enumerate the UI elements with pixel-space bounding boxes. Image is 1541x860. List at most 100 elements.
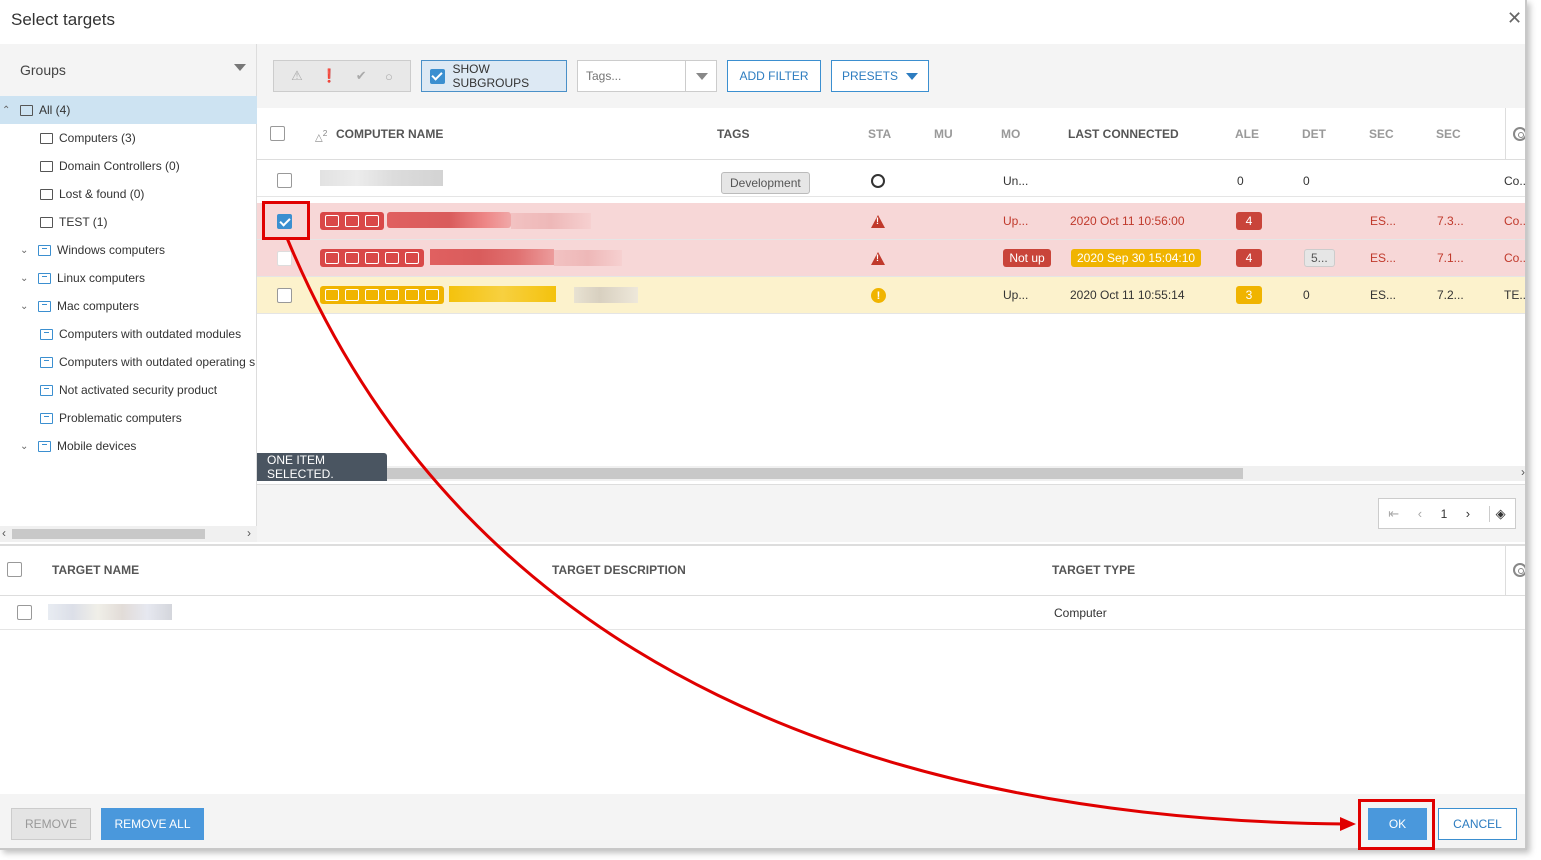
tree-item[interactable]: TEST (1) [0,208,257,236]
tags-dropdown-button[interactable] [685,60,717,92]
cancel-button[interactable]: CANCEL [1438,808,1517,840]
unknown-filter-icon[interactable]: ○ [385,69,393,84]
alert-filter-icon[interactable]: ❗ [321,68,337,84]
warning-filter-icon[interactable]: ⚠ [291,68,303,84]
scroll-right-icon[interactable]: › [1521,465,1525,479]
gear-icon[interactable] [1513,563,1525,577]
dynamic-group-icon [40,412,53,424]
sort-ascending-icon[interactable]: △2 [315,128,327,143]
scroll-left-icon[interactable]: ‹ [2,526,6,540]
module-status: Un... [1003,174,1029,188]
info-icon: ! [871,288,886,303]
column-computer-name[interactable]: COMPUTER NAME [336,127,443,141]
table-row[interactable]: ! Up... 2020 Oct 11 10:55:14 3 0 ES... 7… [257,277,1525,314]
close-icon[interactable]: ✕ [1507,9,1522,27]
column-tags[interactable]: TAGS [717,127,749,141]
scrollbar-thumb[interactable] [387,468,1243,479]
checkbox-checked-icon[interactable] [430,68,445,84]
column-detections[interactable]: DET [1302,127,1326,141]
tree-item[interactable]: ⌄ Linux computers [0,264,257,292]
groups-header[interactable]: Groups [0,44,256,96]
tree-item[interactable]: Problematic computers [0,404,257,432]
column-status[interactable]: STA [868,127,891,141]
scrollbar-thumb[interactable] [12,529,205,539]
gear-box-icon [345,252,359,264]
tree-item[interactable]: ⌄ Mac computers [0,292,257,320]
page-number[interactable]: 1 [1441,507,1448,521]
chevron-down-icon[interactable] [234,64,246,71]
groups-header-label: Groups [20,62,66,78]
folder-icon [20,104,33,116]
add-filter-button[interactable]: ADD FILTER [727,60,821,92]
groups-panel: Groups ⌃ All (4) Computers (3) Domain Contr… [0,44,257,542]
first-page-icon[interactable]: ⇤ [1388,506,1399,522]
warning-icon [871,252,885,265]
row-checkbox[interactable] [277,288,292,303]
presets-button[interactable]: PRESETS [831,60,929,92]
tree-item[interactable]: Computers with outdated modules [0,320,257,348]
table-row[interactable]: Up... 2020 Oct 11 10:56:00 4 ES... 7.3..… [257,203,1527,240]
show-subgroups-toggle[interactable]: SHOW SUBGROUPS [421,60,567,92]
alerts-badge: 4 [1236,212,1262,230]
column-modules[interactable]: MO [1001,127,1020,141]
truncated-cell: Co... [1504,174,1527,188]
server-icon [325,289,339,301]
table-row[interactable]: Not up 2020 Sep 30 15:04:10 4 5... ES...… [257,240,1527,277]
chevron-down-icon[interactable]: ⌄ [20,245,32,256]
remove-all-button[interactable]: REMOVE ALL [101,808,204,840]
tree-item[interactable]: ⌄ Mobile devices [0,432,257,460]
chevron-up-icon[interactable]: ⌃ [2,105,14,116]
chevron-down-icon[interactable]: ⌄ [20,301,32,312]
toolbar: ⚠ ❗ ✔ ○ SHOW SUBGROUPS ADD FILTER PRESET… [257,44,1525,108]
network-icon [385,289,399,301]
redacted-computer-name [387,212,511,228]
column-muted[interactable]: MU [934,127,953,141]
dynamic-group-icon [38,244,51,256]
target-row-checkbox[interactable] [17,605,32,620]
table-row[interactable]: Development Un... 0 0 Co... [257,160,1527,197]
select-all-checkbox[interactable] [270,126,285,141]
alerts-count: 0 [1237,174,1244,188]
select-all-targets-checkbox[interactable] [7,562,22,577]
chevron-down-icon[interactable]: ⌄ [20,273,32,284]
tree-item[interactable]: ⌃ All (4) [0,96,257,124]
next-page-icon[interactable]: › [1466,506,1470,521]
status-filter[interactable]: ⚠ ❗ ✔ ○ [273,60,411,92]
dynamic-group-icon [40,384,53,396]
truncated-cell: Co... [1504,214,1527,228]
folder-icon [40,160,53,172]
truncated-cell: Co... [1504,251,1527,265]
groups-scrollbar[interactable]: ‹ › [0,526,257,542]
column-target-type[interactable]: TARGET TYPE [1052,563,1135,577]
column-target-description[interactable]: TARGET DESCRIPTION [552,563,686,577]
tree-item[interactable]: Computers with outdated operating s [0,348,257,376]
chevron-down-icon[interactable]: ⌄ [20,441,32,452]
security-product: ES... [1370,288,1397,302]
folder-icon [40,216,53,228]
ok-filter-icon[interactable]: ✔ [356,68,367,84]
tree-item[interactable]: Not activated security product [0,376,257,404]
detections-badge: 5... [1304,249,1335,267]
tree-item[interactable]: ⌄ Windows computers [0,236,257,264]
row-checkbox[interactable] [277,173,292,188]
chevron-down-icon [695,72,708,80]
tree-item[interactable]: Lost & found (0) [0,180,257,208]
column-security-version[interactable]: SEC [1436,127,1461,141]
tree-item[interactable]: Domain Controllers (0) [0,152,257,180]
gear-icon[interactable] [1513,127,1525,141]
column-security-product[interactable]: SEC [1369,127,1394,141]
column-target-name[interactable]: TARGET NAME [52,563,139,577]
previous-page-icon[interactable]: ‹ [1418,506,1422,521]
column-divider [1505,546,1506,596]
gear-box-icon [345,215,359,227]
remove-button[interactable]: REMOVE [11,808,91,840]
table-scrollbar[interactable]: › [387,465,1525,481]
layers-icon[interactable]: ◈ [1488,505,1506,522]
row-checkbox[interactable] [277,251,292,266]
tag-chip[interactable]: Development [721,172,810,194]
column-alerts[interactable]: ALE [1235,127,1259,141]
column-last-connected[interactable]: LAST CONNECTED [1068,127,1179,141]
scroll-right-icon[interactable]: › [247,526,251,540]
tree-item[interactable]: Computers (3) [0,124,257,152]
target-row[interactable]: Computer [0,596,1525,630]
